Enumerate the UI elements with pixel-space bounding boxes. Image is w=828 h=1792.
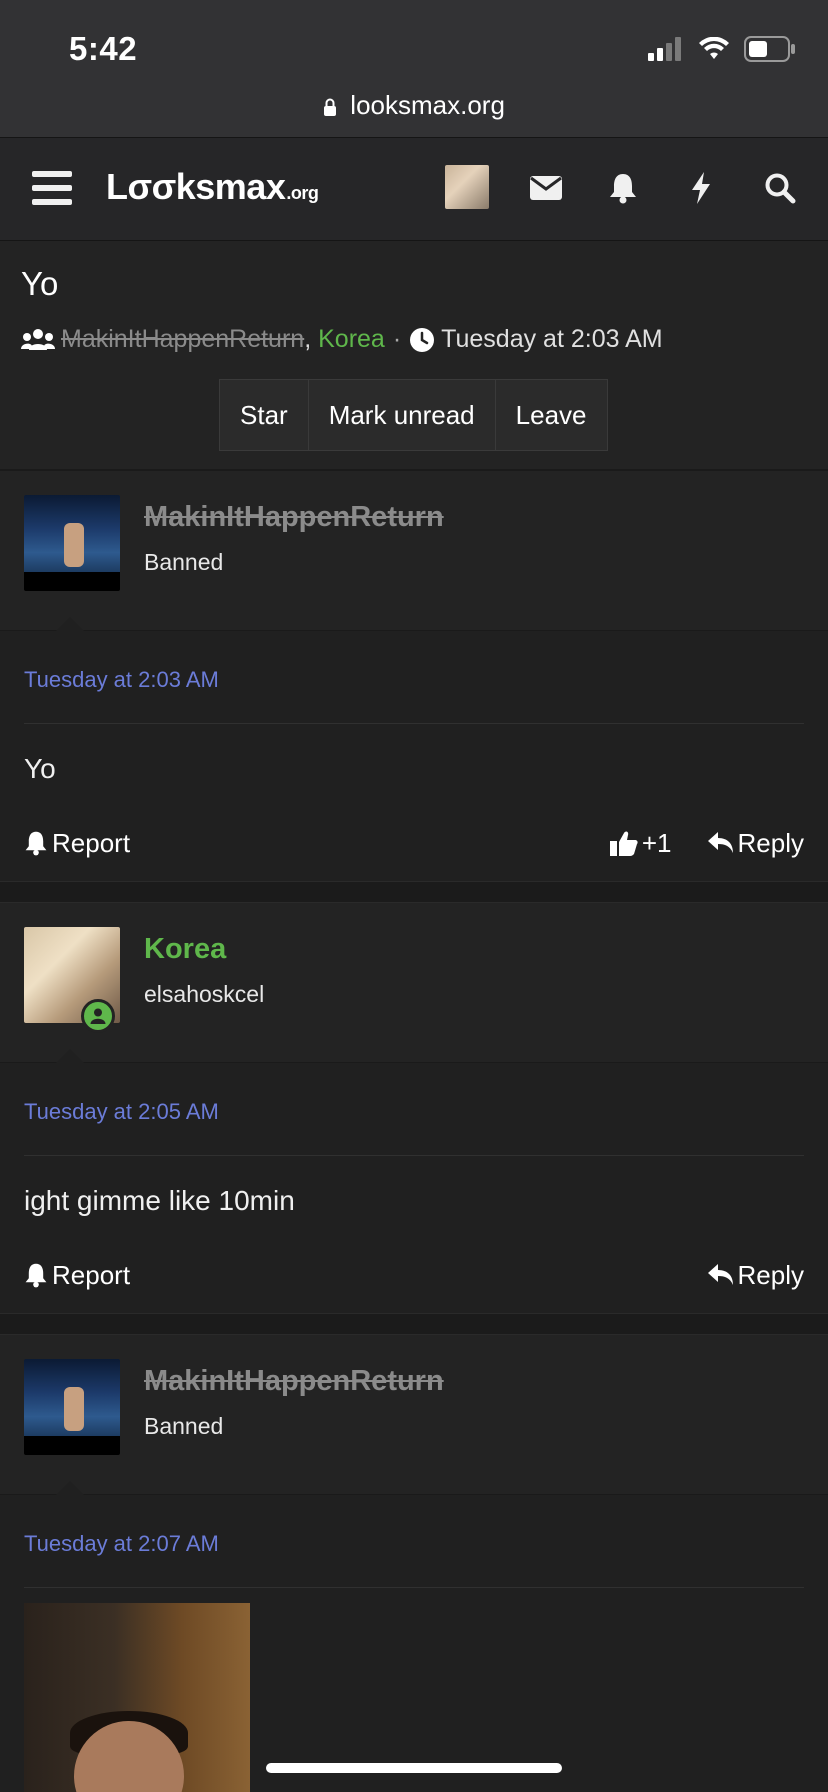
- username-link[interactable]: MakinItHappenReturn: [144, 1365, 444, 1398]
- user-avatar[interactable]: [24, 495, 120, 591]
- message-body: Yo: [24, 753, 56, 784]
- browser-top-bar: 5:42 looksmax.org: [0, 0, 828, 137]
- menu-icon[interactable]: [32, 171, 72, 207]
- thumbs-up-icon: [609, 831, 638, 856]
- conversation-title: Yo: [21, 265, 59, 302]
- account-avatar[interactable]: [445, 165, 489, 209]
- site-nav: Lσσksmax.org: [0, 137, 828, 241]
- user-title: elsahoskcel: [144, 981, 265, 1007]
- participant-link[interactable]: MakinItHappenReturn: [61, 325, 304, 354]
- online-status-icon: [81, 999, 115, 1033]
- url-text: looksmax.org: [350, 90, 505, 120]
- message-date-link[interactable]: Tuesday at 2:05 AM: [24, 1099, 219, 1125]
- user-title: Banned: [144, 549, 224, 575]
- user-avatar[interactable]: [24, 1359, 120, 1455]
- reply-icon: [707, 832, 733, 853]
- url-bar[interactable]: looksmax.org: [0, 90, 828, 121]
- wifi-icon: [699, 37, 729, 59]
- cellular-signal-icon: [648, 37, 681, 61]
- message-actions: Report +1 Reply: [24, 823, 804, 863]
- site-logo[interactable]: Lσσksmax.org: [106, 166, 319, 208]
- bell-icon: [25, 831, 47, 856]
- message-pointer: [54, 617, 86, 633]
- bell-icon: [25, 1263, 47, 1288]
- reply-button[interactable]: Reply: [707, 828, 804, 859]
- divider: [24, 1587, 804, 1588]
- attached-photo[interactable]: [24, 1603, 250, 1792]
- users-icon: [21, 328, 55, 350]
- report-button[interactable]: Report: [24, 1260, 130, 1291]
- message-date-link[interactable]: Tuesday at 2:07 AM: [24, 1531, 219, 1557]
- message-user-header: MakinItHappenReturn Banned: [0, 1335, 828, 1497]
- message-actions: Report Reply: [24, 1255, 804, 1295]
- message-separator: [0, 1313, 828, 1335]
- leave-button[interactable]: Leave: [495, 380, 607, 450]
- message: MakinItHappenReturn Banned Tuesday at 2:…: [0, 1335, 828, 1792]
- username-link[interactable]: MakinItHappenReturn: [144, 501, 444, 534]
- conversation-actions: Star Mark unread Leave: [219, 379, 608, 451]
- status-icons: [648, 36, 796, 62]
- message-body: ight gimme like 10min: [24, 1185, 295, 1216]
- bell-icon[interactable]: [603, 168, 643, 208]
- home-indicator: [266, 1763, 562, 1773]
- message-date-link[interactable]: Tuesday at 2:03 AM: [24, 667, 219, 693]
- inbox-icon[interactable]: [526, 168, 566, 208]
- divider: [24, 1155, 804, 1156]
- lightning-icon[interactable]: [681, 168, 721, 208]
- conversation-meta: MakinItHappenReturn, Korea · Tuesday at …: [21, 325, 663, 354]
- clock-icon: [410, 327, 435, 352]
- report-button[interactable]: Report: [24, 828, 130, 859]
- message: Korea elsahoskcel Tuesday at 2:05 AM igh…: [0, 903, 828, 1313]
- reaction-count[interactable]: +1: [609, 828, 672, 859]
- search-icon[interactable]: [760, 168, 800, 208]
- message-pointer: [54, 1049, 86, 1065]
- message-pointer: [54, 1481, 86, 1497]
- user-title: Banned: [144, 1413, 224, 1439]
- reply-button[interactable]: Reply: [707, 1260, 804, 1291]
- message-user-header: MakinItHappenReturn Banned: [0, 471, 828, 633]
- star-button[interactable]: Star: [220, 380, 309, 450]
- participant-link[interactable]: Korea: [318, 325, 385, 354]
- username-link[interactable]: Korea: [144, 933, 226, 966]
- reply-icon: [707, 1264, 733, 1285]
- message-separator: [0, 881, 828, 903]
- lock-icon: [324, 98, 337, 117]
- mark-unread-button[interactable]: Mark unread: [308, 380, 496, 450]
- message-user-header: Korea elsahoskcel: [0, 903, 828, 1065]
- message: MakinItHappenReturn Banned Tuesday at 2:…: [0, 471, 828, 881]
- battery-icon: [744, 36, 795, 62]
- status-time: 5:42: [69, 30, 138, 67]
- divider: [24, 723, 804, 724]
- conversation-header: Yo MakinItHappenReturn, Korea · Tuesday …: [0, 241, 828, 471]
- conversation-start-date: Tuesday at 2:03 AM: [441, 325, 663, 353]
